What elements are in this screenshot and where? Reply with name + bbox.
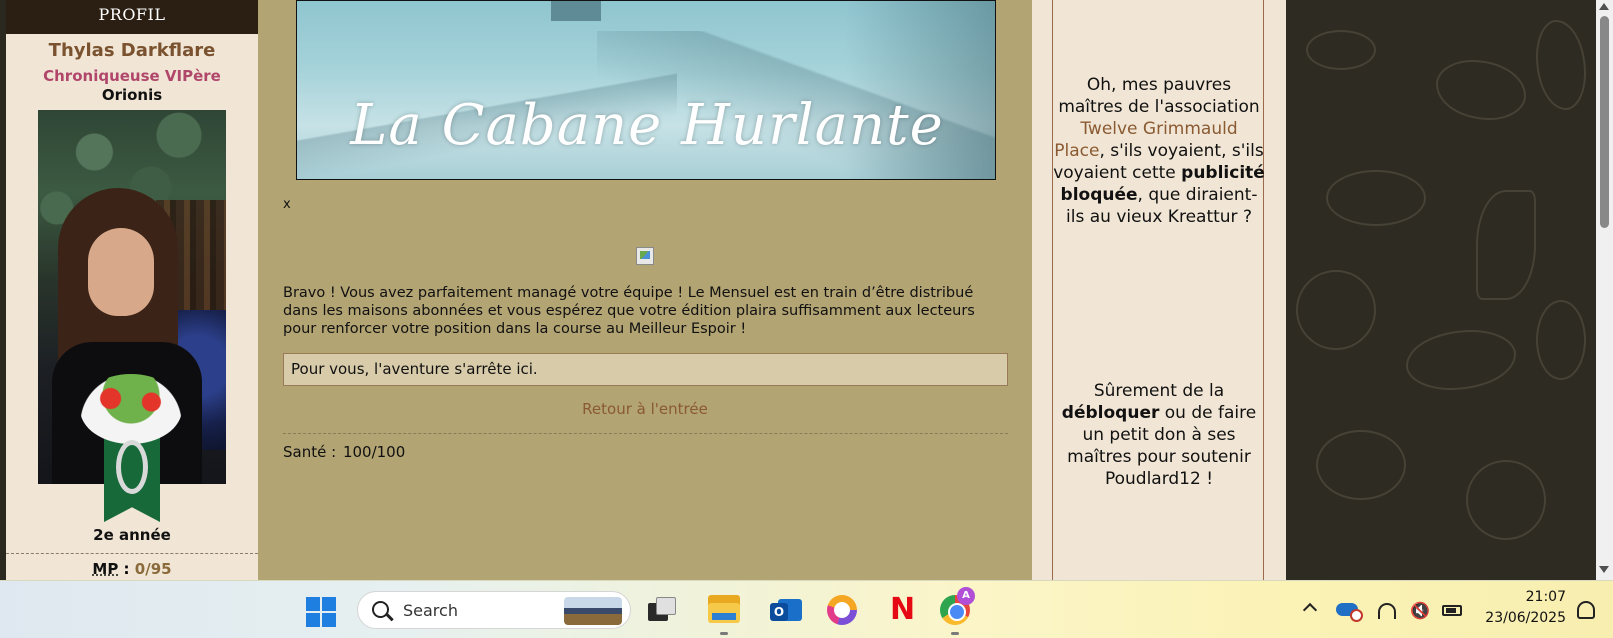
start-tile	[322, 597, 336, 611]
onedrive-icon[interactable]	[1336, 603, 1363, 622]
pattern-creature	[1536, 300, 1586, 380]
banner-image: La Cabane Hurlante	[296, 0, 996, 180]
pattern-creature	[1536, 20, 1586, 110]
ad-column: Oh, mes pauvres maîtres de l'association…	[1032, 0, 1286, 580]
profile-role: Chroniqueuse VIPère	[43, 67, 221, 85]
banner-building	[551, 1, 601, 21]
back-to-entrance-link[interactable]: Retour à l'entrée	[258, 400, 1032, 418]
house-badge-icon	[80, 374, 182, 522]
start-tile	[306, 613, 320, 627]
pattern-creature	[1436, 60, 1526, 120]
pattern-creature	[1406, 330, 1516, 390]
pattern-creature	[1316, 430, 1406, 500]
ad-bold-text: débloquer	[1061, 403, 1160, 423]
profile-sidebar: PROFIL Thylas Darkflare Chroniqueuse VIP…	[6, 0, 258, 580]
clock-time[interactable]: 21:07	[1470, 589, 1566, 605]
task-view-icon[interactable]	[648, 597, 678, 623]
clock-date[interactable]: 23/06/2025	[1470, 610, 1566, 626]
mp-label: MP	[92, 560, 119, 578]
pattern-creature	[1466, 460, 1546, 540]
chrome-profile-badge: A	[957, 587, 975, 605]
search-icon	[372, 601, 389, 618]
mp-value: 0/95	[134, 560, 172, 578]
pattern-creature	[1296, 270, 1376, 350]
pattern-creature	[1326, 170, 1426, 226]
vpn-icon[interactable]	[827, 595, 857, 625]
battery-icon[interactable]	[1442, 605, 1462, 616]
start-icon[interactable]	[306, 597, 336, 627]
scrollbar-thumb[interactable]	[1600, 16, 1609, 228]
health-value: 100/100	[342, 443, 406, 461]
adblock-paragraph-2: Sûrement de la débloquer ou de faire un …	[1053, 380, 1265, 490]
result-box: Pour vous, l'aventure s'arrête ici.	[283, 353, 1008, 386]
tray-chevron-icon[interactable]	[1302, 602, 1318, 618]
profile-name[interactable]: Thylas Darkflare	[6, 40, 258, 61]
profile-house: Orionis	[101, 86, 163, 104]
main-content: La Cabane Hurlante x Bravo ! Vous avez p…	[258, 0, 1032, 580]
pattern-creature	[1306, 30, 1376, 70]
badge-salad-bowl	[80, 374, 182, 444]
start-tile	[306, 597, 320, 611]
broken-image-icon	[636, 247, 654, 265]
profile-header: PROFIL	[6, 0, 258, 34]
background-pattern	[1286, 0, 1596, 580]
profile-mp: MP : 0/95	[6, 560, 258, 578]
avatar-face	[88, 228, 154, 316]
page-scrollbar[interactable]	[1596, 0, 1613, 580]
profile-year: 2e année	[93, 526, 171, 544]
running-indicator	[951, 632, 959, 635]
health-status: Santé : 100/100	[283, 443, 405, 461]
netflix-icon[interactable]: N	[890, 593, 915, 627]
running-indicator	[720, 632, 728, 635]
adblock-notice: Oh, mes pauvres maîtres de l'association…	[1052, 0, 1265, 580]
search-label: Search	[403, 601, 458, 620]
task-view-front	[656, 597, 676, 615]
content-divider	[283, 433, 1008, 434]
close-button[interactable]: x	[283, 197, 291, 212]
taskbar: Search O N A 🔇 21:07 23/06/2025	[0, 580, 1613, 638]
ad-text: Sûrement de la	[1093, 381, 1225, 401]
start-tile	[322, 613, 336, 627]
scroll-down-icon[interactable]	[1599, 566, 1609, 573]
file-explorer-icon[interactable]	[708, 595, 740, 623]
scroll-up-icon[interactable]	[1599, 3, 1609, 10]
badge-snake	[116, 440, 148, 494]
wifi-icon[interactable]	[1378, 603, 1396, 619]
pattern-creature	[1476, 190, 1536, 300]
result-message: Bravo ! Vous avez parfaitement managé vo…	[283, 285, 975, 337]
profile-divider	[6, 553, 258, 554]
volume-muted-icon[interactable]: 🔇	[1410, 602, 1430, 620]
banner-title: La Cabane Hurlante	[350, 93, 944, 158]
notification-bell-icon[interactable]	[1577, 601, 1595, 619]
health-label: Santé :	[283, 443, 337, 461]
mp-separator: :	[118, 560, 135, 578]
adblock-paragraph-1: Oh, mes pauvres maîtres de l'association…	[1053, 74, 1265, 228]
ad-text: Oh, mes pauvres maîtres de l'association	[1058, 75, 1260, 117]
outlook-icon[interactable]: O	[770, 595, 802, 625]
outlook-letter: O	[770, 603, 788, 621]
folder-tray	[712, 613, 736, 620]
taskbar-search-box[interactable]: Search	[357, 591, 631, 629]
search-highlight-image	[564, 597, 622, 625]
